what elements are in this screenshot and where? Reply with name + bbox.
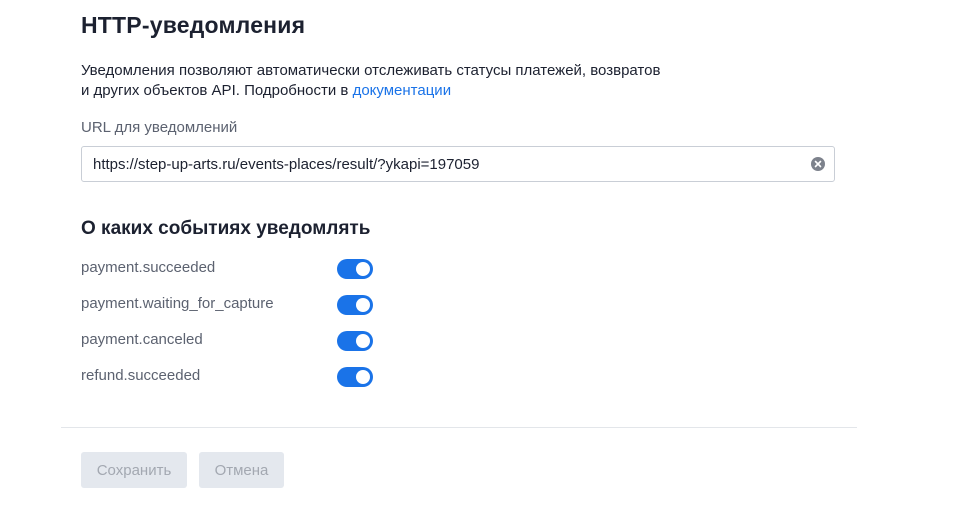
footer-divider: [61, 427, 857, 428]
description-line-1: Уведомления позволяют автоматически отсл…: [81, 62, 661, 79]
clear-circle-icon[interactable]: [811, 157, 825, 171]
toggle-knob: [356, 334, 370, 348]
events-section-title: О каких событиях уведомлять: [81, 218, 371, 239]
event-row-refund-succeeded: refund.succeeded: [81, 365, 373, 389]
event-label: payment.canceled: [81, 331, 203, 348]
url-field: [81, 146, 835, 182]
event-label: payment.succeeded: [81, 259, 216, 276]
url-input[interactable]: [93, 147, 793, 181]
toggle-knob: [356, 298, 370, 312]
toggle-knob: [356, 370, 370, 384]
event-row-payment-succeeded: payment.succeeded: [81, 257, 373, 281]
cancel-button[interactable]: Отмена: [199, 452, 284, 488]
page-title: HTTP-уведомления: [81, 12, 306, 38]
description-line-2-text: и других объектов API. Подробности в: [81, 82, 353, 99]
event-row-payment-canceled: payment.canceled: [81, 329, 373, 353]
save-button[interactable]: Сохранить: [81, 452, 187, 488]
description: Уведомления позволяют автоматически отсл…: [81, 61, 701, 101]
event-row-payment-waiting-for-capture: payment.waiting_for_capture: [81, 293, 373, 317]
event-label: refund.succeeded: [81, 367, 201, 384]
description-line-2: и других объектов API. Подробности в док…: [81, 81, 701, 101]
documentation-link[interactable]: документации: [353, 82, 452, 99]
toggle-knob: [356, 262, 370, 276]
event-toggle-payment-canceled[interactable]: [337, 331, 373, 351]
event-toggle-payment-succeeded[interactable]: [337, 259, 373, 279]
event-label: payment.waiting_for_capture: [81, 295, 274, 312]
http-notifications-page: HTTP-уведомления Уведомления позволяют а…: [0, 0, 964, 520]
url-field-label: URL для уведомлений: [81, 119, 238, 136]
event-toggle-payment-waiting-for-capture[interactable]: [337, 295, 373, 315]
event-toggle-refund-succeeded[interactable]: [337, 367, 373, 387]
